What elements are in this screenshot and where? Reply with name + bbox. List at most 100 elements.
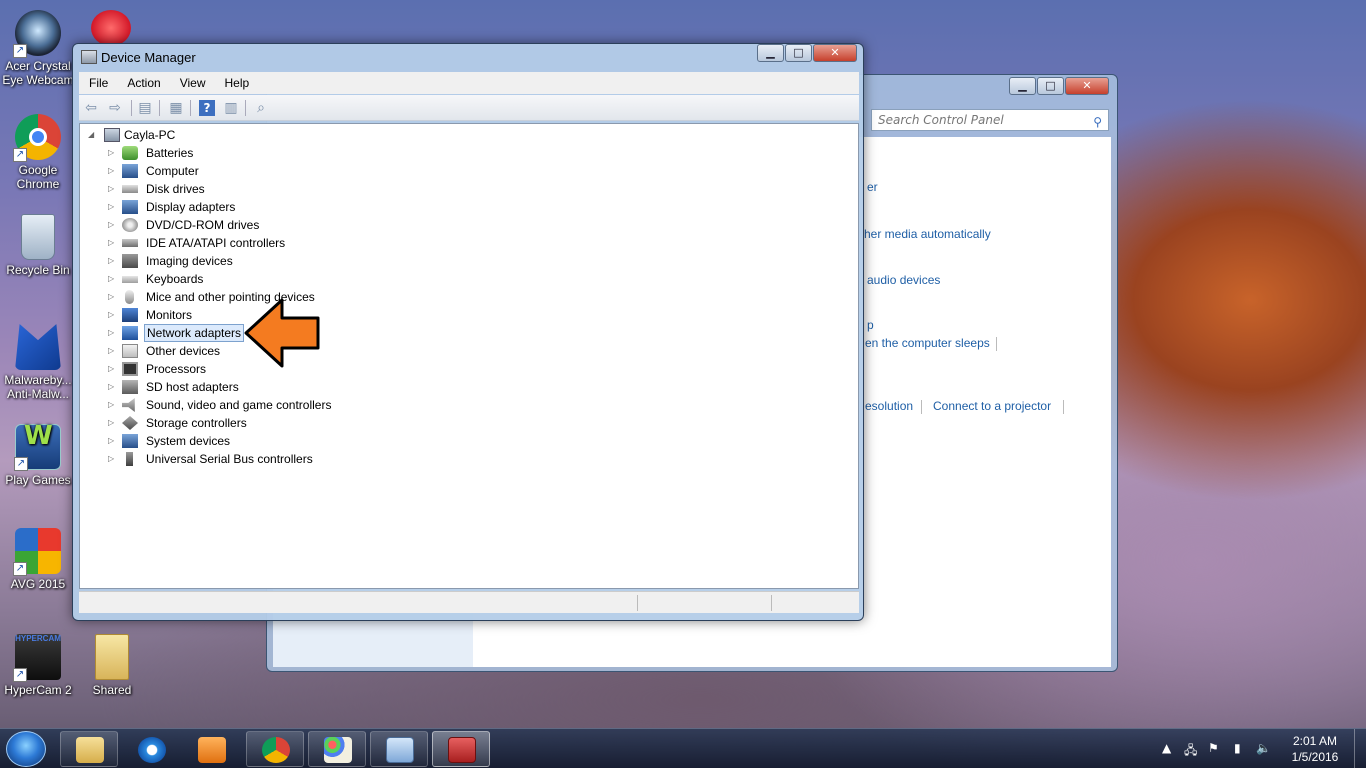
desktop-icon-label: AVG 2015 [10,577,66,591]
window-controls: ▁ □ ✕ [757,44,857,62]
expand-arrow-icon[interactable]: ▷ [108,360,114,378]
taskbar-app-paint[interactable] [308,731,366,767]
processor-icon [122,362,138,376]
desktop-icon-recycle-bin[interactable]: Recycle Bin [0,214,76,277]
search-placeholder: Search Control Panel [878,113,1004,127]
menu-view[interactable]: View [170,76,215,90]
show-hide-console-tree-icon[interactable]: ▤ [137,100,153,116]
link-separator [996,337,997,351]
cp-link-connect-projector[interactable]: Connect to a projector [933,399,1051,413]
status-separator [771,595,772,611]
expand-arrow-icon[interactable]: ▷ [108,396,114,414]
desktop-icon-hypercam[interactable]: HYPERCAM ↗ HyperCam 2 [0,634,76,697]
expand-arrow-icon[interactable]: ▷ [108,234,114,252]
maximize-button[interactable]: □ [785,44,812,62]
desktop-icon-play-games[interactable]: W ↗ Play Games [0,423,76,487]
expand-arrow-icon[interactable]: ▷ [108,198,114,216]
desktop-icon-shared[interactable]: Shared [74,634,150,697]
action-pane-icon[interactable]: ▥ [223,100,239,116]
maximize-button[interactable]: □ [1037,77,1064,95]
taskbar-app-internet-explorer[interactable] [122,731,180,767]
device-category-label: Sound, video and game controllers [146,398,332,412]
cp-link-audio-devices[interactable]: audio devices [867,273,940,287]
search-icon[interactable]: ⚲ [1093,112,1102,132]
back-arrow-icon[interactable]: ⇦ [83,100,99,116]
computer-icon [122,164,138,178]
taskbar-app-control-panel[interactable] [370,731,428,767]
orange-pointer-arrow-icon [244,298,320,368]
expand-arrow-icon[interactable]: ▷ [108,162,114,180]
taskbar-app-device-manager[interactable] [432,731,490,767]
tree-root-label: Cayla-PC [124,128,176,142]
taskbar-app-media-player[interactable] [182,731,240,767]
desktop-icon-avg[interactable]: ↗ AVG 2015 [0,528,76,591]
expand-arrow-icon[interactable]: ▷ [108,414,114,432]
speaker-icon [122,398,135,412]
system-device-icon [122,434,138,448]
expand-arrow-icon[interactable]: ▷ [108,144,114,162]
toolbar-separator [245,100,246,116]
expand-arrow-icon[interactable]: ▷ [108,180,114,198]
collapse-arrow-icon[interactable]: ◢ [88,126,94,144]
device-category-label: System devices [146,434,231,448]
device-tree[interactable]: ◢ Cayla-PC ▷ Batteries ▷ Computer ▷ Disk driv… [79,123,859,589]
desktop-icon-label: Play Games [5,473,71,487]
expand-arrow-icon[interactable]: ▷ [108,432,114,450]
help-icon[interactable]: ? [199,100,215,116]
expand-arrow-icon[interactable]: ▷ [108,216,114,234]
network-icon[interactable]: 🖧 [1184,741,1197,762]
expand-arrow-icon[interactable]: ▷ [108,450,114,468]
taskbar-app-explorer[interactable] [60,731,118,767]
expand-arrow-icon[interactable]: ▷ [108,270,114,288]
expand-arrow-icon[interactable]: ▷ [108,324,114,342]
system-clock[interactable]: 2:01 AM 1/5/2016 [1280,733,1350,765]
menu-file[interactable]: File [79,76,117,90]
expand-arrow-icon[interactable]: ▷ [108,288,114,306]
close-button[interactable]: ✕ [1065,77,1109,95]
minimize-button[interactable]: ▁ [1009,77,1036,95]
taskbar-app-chrome[interactable] [246,731,304,767]
expand-arrow-icon[interactable]: ▷ [108,342,114,360]
desktop-icon-malwarebytes[interactable]: Malwareby... Anti-Malw... [0,324,76,401]
cp-link-resolution[interactable]: esolution [865,399,913,413]
show-hidden-icons-icon[interactable]: ▲ [1162,741,1171,755]
minimize-button[interactable]: ▁ [757,44,784,62]
properties-icon[interactable]: ▦ [168,100,184,116]
search-control-panel-input[interactable]: Search Control Panel ⚲ [871,109,1109,131]
close-button[interactable]: ✕ [813,44,857,62]
clock-time: 2:01 AM [1292,734,1338,748]
cp-link-autoplay[interactable]: her media automatically [864,227,991,241]
cp-link[interactable]: p [867,318,874,332]
desktop-icon-label: Acer Crystal Eye Webcam [2,59,74,87]
display-adapter-icon [122,200,138,214]
volume-icon[interactable]: 🔈 [1256,741,1271,755]
cp-link-sleep[interactable]: en the computer sleeps [865,336,990,350]
link-separator [921,400,922,414]
status-bar [79,591,859,613]
start-button[interactable] [6,731,46,767]
battery-icon[interactable]: ▮ [1234,741,1241,755]
expand-arrow-icon[interactable]: ▷ [108,306,114,324]
usb-icon [126,452,133,466]
device-manager-icon [448,737,476,763]
status-separator [637,595,638,611]
scan-hardware-changes-icon[interactable]: ⌕ [253,100,269,116]
desktop-icon-chrome[interactable]: ↗ Google Chrome [0,114,76,191]
show-desktop-button[interactable] [1354,729,1366,768]
menu-action[interactable]: Action [117,76,169,90]
desktop-icon-label: HyperCam 2 [4,683,72,697]
action-center-flag-icon[interactable]: ⚑ [1208,741,1219,755]
cp-link[interactable]: er [867,180,878,194]
device-manager-window[interactable]: Device Manager ▁ □ ✕ File Action View He… [72,43,864,621]
forward-arrow-icon[interactable]: ⇨ [107,100,123,116]
menu-help[interactable]: Help [215,76,259,90]
toolbar: ⇦ ⇨ ▤ ▦ ? ▥ ⌕ [79,95,859,121]
expand-arrow-icon[interactable]: ▷ [108,378,114,396]
windows-explorer-icon [76,737,104,763]
desktop-icon-webcam[interactable]: ↗ Acer Crystal Eye Webcam [0,10,76,87]
network-adapter-icon [122,326,138,340]
dvd-drive-icon [122,218,138,232]
monitor-icon [122,308,138,322]
expand-arrow-icon[interactable]: ▷ [108,252,114,270]
keyboard-icon [122,276,138,283]
